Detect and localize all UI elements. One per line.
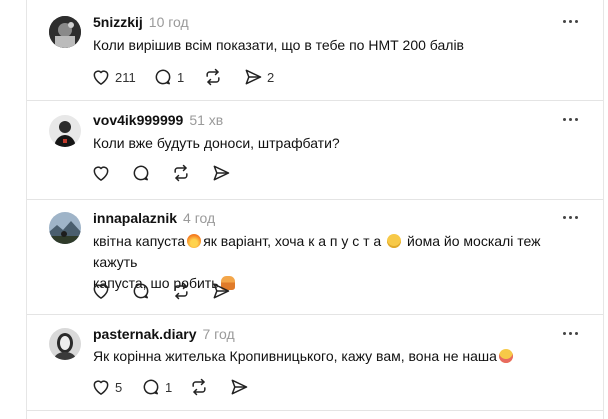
heart-icon (93, 166, 109, 181)
repost-icon (206, 68, 220, 86)
repost-button[interactable] (189, 376, 209, 398)
post: pasternak.diary 7 год Як корінна жителька… (27, 315, 603, 419)
heart-icon (93, 70, 109, 85)
heart-icon (93, 284, 109, 299)
post-text-part: як варіант, хоча к а п у с т а (203, 233, 382, 249)
more-icon[interactable] (561, 208, 581, 228)
like-button[interactable] (91, 280, 111, 302)
post: innapalaznik 4 год квітна капуста як варіа… (27, 200, 603, 315)
timestamp[interactable]: 51 хв (189, 112, 223, 128)
like-button[interactable]: 5 (91, 376, 122, 398)
reply-count: 1 (165, 379, 173, 395)
more-icon[interactable] (561, 324, 581, 344)
send-icon (213, 165, 230, 181)
repost-button[interactable] (171, 280, 191, 302)
heart-icon (93, 380, 109, 395)
post-header: pasternak.diary 7 год (93, 324, 235, 344)
share-button[interactable] (211, 280, 231, 302)
more-icon[interactable] (561, 12, 581, 32)
username[interactable]: 5nizzkij (93, 14, 143, 30)
post: vov4ik999999 51 хв Коли вже будуть доноси… (27, 101, 603, 201)
comment-icon (133, 165, 149, 181)
post-text-part: Як корінна жителька Кропивницького, кажу… (93, 348, 497, 364)
timestamp[interactable]: 4 год (183, 210, 215, 226)
like-count: 5 (115, 379, 123, 395)
like-button[interactable] (91, 162, 111, 184)
post-header: vov4ik999999 51 хв (93, 110, 223, 130)
timestamp[interactable]: 10 год (149, 14, 189, 30)
send-icon (231, 379, 248, 395)
repost-button[interactable] (203, 66, 223, 88)
reply-button[interactable]: 1 (141, 376, 172, 398)
post-text: Коли вирішив всім показати, що в тебе по… (93, 37, 464, 53)
post-header: innapalaznik 4 год (93, 208, 215, 228)
comment-icon (143, 379, 159, 395)
like-button[interactable]: 211 (91, 66, 136, 88)
divider (27, 410, 603, 411)
username[interactable]: innapalaznik (93, 210, 177, 226)
post-text: квітна капуста як варіант, хоча к а п у с… (93, 231, 573, 294)
post-text-part: капуста, шо робить (93, 275, 219, 291)
laughing-emoji-icon (498, 349, 513, 363)
avatar[interactable] (49, 212, 81, 244)
fire-emoji-icon (187, 234, 202, 248)
post-header: 5nizzkij 10 год (93, 12, 189, 32)
repost-icon (192, 378, 206, 396)
comment-icon (155, 69, 171, 85)
share-count: 2 (267, 69, 275, 85)
more-icon[interactable] (561, 110, 581, 130)
comment-icon (133, 283, 149, 299)
reply-button[interactable]: 1 (153, 66, 184, 88)
repost-button[interactable] (171, 162, 191, 184)
repost-icon (174, 282, 188, 300)
post: 5nizzkij 10 год Коли вирішив всім показат… (27, 0, 603, 100)
thinking-emoji-icon (387, 234, 402, 248)
avatar[interactable] (49, 16, 81, 48)
avatar[interactable] (49, 328, 81, 360)
reply-button[interactable] (131, 162, 151, 184)
post-text-part: квітна капуста (93, 233, 186, 249)
send-icon (213, 283, 230, 299)
share-button[interactable] (229, 376, 249, 398)
post-text: Як корінна жителька Кропивницького, кажу… (93, 346, 573, 367)
share-button[interactable]: 2 (243, 66, 274, 88)
send-icon (245, 69, 262, 85)
repost-icon (174, 164, 188, 182)
like-count: 211 (115, 69, 136, 85)
reply-count: 1 (177, 69, 185, 85)
share-button[interactable] (211, 162, 231, 184)
avatar[interactable] (49, 115, 81, 147)
username[interactable]: pasternak.diary (93, 326, 197, 342)
post-text: Коли вже будуть доноси, штрафбати? (93, 135, 340, 151)
thread-feed: 5nizzkij 10 год Коли вирішив всім показат… (26, 0, 604, 419)
timestamp[interactable]: 7 год (203, 326, 235, 342)
username[interactable]: vov4ik999999 (93, 112, 183, 128)
reply-button[interactable] (131, 280, 151, 302)
